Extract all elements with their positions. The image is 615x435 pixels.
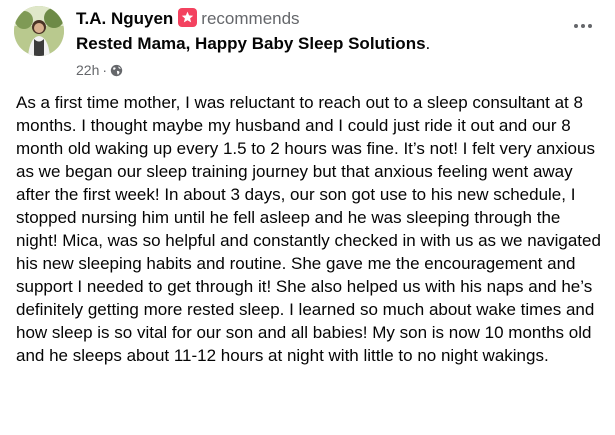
- author-name[interactable]: T.A. Nguyen: [76, 9, 173, 28]
- more-options-icon: [588, 24, 592, 28]
- page-name-period: .: [425, 34, 431, 53]
- author-avatar[interactable]: [14, 6, 64, 56]
- action-verb: recommends: [201, 9, 300, 28]
- globe-icon[interactable]: [110, 63, 123, 81]
- post-body-text: As a first time mother, I was reluctant …: [16, 93, 601, 365]
- avatar-photo-icon: [14, 6, 64, 56]
- recommend-star-icon: [178, 8, 198, 27]
- recommendation-post: T.A. Nguyen recommends Rested Mama, Happy…: [0, 0, 615, 435]
- post-timestamp[interactable]: 22h: [76, 62, 99, 78]
- post-header: T.A. Nguyen recommends Rested Mama, Happy…: [14, 6, 601, 82]
- page-line: Rested Mama, Happy Baby Sleep Solutions.: [76, 33, 561, 55]
- author-line: T.A. Nguyen recommends: [76, 8, 561, 30]
- page-name-link[interactable]: Rested Mama, Happy Baby Sleep Solutions: [76, 34, 426, 53]
- more-options-button[interactable]: [565, 14, 601, 38]
- info-separator: ·: [102, 62, 108, 78]
- post-info-line: 22h ·: [76, 61, 561, 81]
- more-options-icon: [581, 24, 585, 28]
- more-options-icon: [574, 24, 578, 28]
- post-meta: T.A. Nguyen recommends Rested Mama, Happy…: [76, 8, 561, 81]
